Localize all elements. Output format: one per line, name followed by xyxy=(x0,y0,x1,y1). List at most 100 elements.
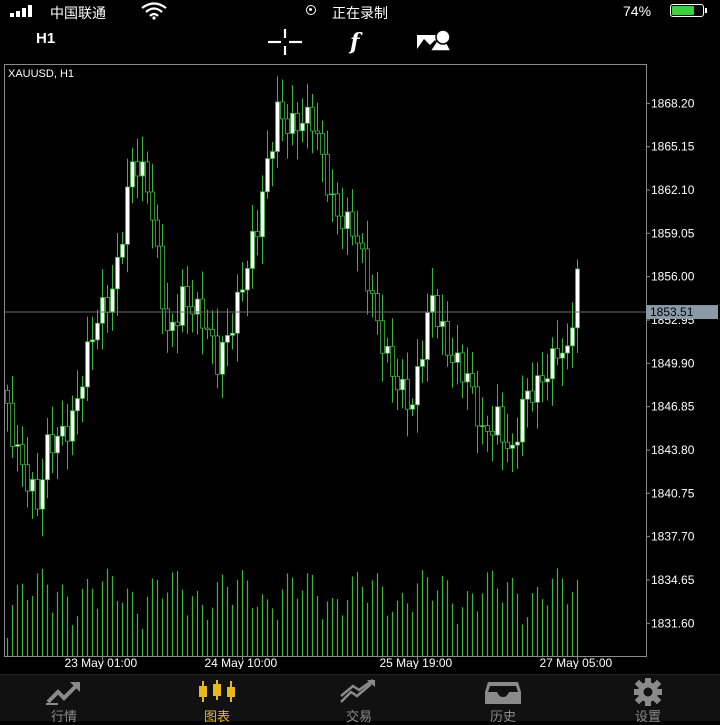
candle-body xyxy=(450,354,455,363)
candle-body xyxy=(45,434,50,481)
candle-body xyxy=(530,390,535,403)
chart-title: XAUUSD, H1 xyxy=(8,68,74,80)
nav-chart-label: 图表 xyxy=(203,709,230,724)
nav-settings[interactable]: 设置 xyxy=(598,675,698,724)
time-tick-label: 23 May 01:00 xyxy=(65,656,138,669)
volume-bars xyxy=(6,568,579,656)
quotes-icon xyxy=(46,682,80,705)
candle-body xyxy=(155,219,160,247)
price-chart[interactable]: 1868.201865.151862.101859.051856.001852.… xyxy=(0,63,720,669)
candle-body xyxy=(465,373,470,383)
candle-body xyxy=(55,435,60,454)
recording-label: 正在录制 xyxy=(332,5,388,21)
price-axis: 1868.201865.151862.101859.051856.001852.… xyxy=(646,96,695,630)
function-icon[interactable]: f xyxy=(346,27,372,57)
candle-body xyxy=(25,464,30,492)
candle-body xyxy=(180,286,185,326)
price-tick-label: 1868.20 xyxy=(651,96,695,110)
candle-body xyxy=(115,256,120,290)
candle-body xyxy=(405,378,410,410)
price-tick-label: 1837.70 xyxy=(651,530,695,544)
carrier-name: 中国联通 xyxy=(50,5,106,21)
objects-icon[interactable] xyxy=(416,27,452,57)
nav-settings-label: 设置 xyxy=(634,709,661,724)
candle-body xyxy=(90,339,95,343)
candle-body xyxy=(270,151,275,159)
candle-body xyxy=(425,312,430,360)
candle-body xyxy=(15,444,20,447)
candle-body xyxy=(390,345,395,377)
candle-body xyxy=(355,235,360,244)
candle-body xyxy=(190,306,195,315)
candle-body xyxy=(260,191,265,238)
candle-body xyxy=(505,441,510,449)
price-tick-label: 1840.75 xyxy=(651,486,695,500)
nav-trade[interactable]: 交易 xyxy=(309,675,409,724)
candle-body xyxy=(520,398,525,443)
price-tick-label: 1865.15 xyxy=(651,140,695,154)
candle-body xyxy=(145,161,150,193)
history-icon xyxy=(485,682,521,704)
time-tick-label: 27 May 05:00 xyxy=(540,656,613,669)
time-tick-label: 24 May 10:00 xyxy=(205,656,278,669)
candle-body xyxy=(360,242,365,250)
candle-body xyxy=(455,352,460,363)
candle-body xyxy=(540,375,545,383)
nav-quotes[interactable]: 行情 xyxy=(14,675,114,724)
candle-body xyxy=(295,113,300,132)
candle-body xyxy=(495,406,500,436)
candle-body xyxy=(30,479,35,492)
battery-percent: 74% xyxy=(623,3,652,19)
candle-body xyxy=(310,106,315,132)
candle-body xyxy=(315,130,320,134)
candle-wicks xyxy=(7,76,578,537)
candle-body xyxy=(240,289,245,293)
candle-body xyxy=(305,106,310,124)
candle-body xyxy=(535,375,540,403)
candle-body xyxy=(365,248,370,292)
candle-body xyxy=(410,404,415,410)
price-tick-label: 1859.05 xyxy=(651,226,695,240)
nav-history[interactable]: 历史 xyxy=(453,675,553,724)
candle-body xyxy=(565,345,570,354)
price-chart-area[interactable]: 1868.20 1865.15 1862.10 1859.05 1856.00 1852.… xyxy=(0,63,720,669)
candle-body xyxy=(250,230,255,269)
candle-body xyxy=(415,366,420,406)
candle-body xyxy=(575,268,580,329)
candle-body xyxy=(80,386,85,399)
candle-body xyxy=(430,295,435,313)
candle-body xyxy=(110,288,115,313)
candle-body xyxy=(330,193,335,196)
candle-body xyxy=(65,425,70,442)
candle-body xyxy=(320,133,325,155)
price-tick-label: 1834.65 xyxy=(651,573,695,587)
candle-body xyxy=(50,434,55,454)
candle-body xyxy=(485,425,490,432)
candle-body xyxy=(245,268,250,291)
timeframe-button[interactable]: H1 xyxy=(36,30,55,47)
candle-body xyxy=(420,359,425,367)
candle-body xyxy=(445,320,450,356)
candle-body xyxy=(480,425,485,427)
candle-body xyxy=(550,348,555,380)
candle-body xyxy=(335,193,340,217)
price-tick-label: 1856.00 xyxy=(651,270,695,284)
candle-body xyxy=(490,430,495,436)
current-price-label: 1853.51 xyxy=(650,305,694,319)
candle-body xyxy=(440,320,445,327)
crosshair-icon[interactable] xyxy=(268,27,302,57)
candle-body xyxy=(160,245,165,310)
nav-quotes-label: 行情 xyxy=(50,709,77,724)
candle-body xyxy=(120,243,125,258)
candle-body xyxy=(510,444,515,449)
nav-chart[interactable]: 图表 xyxy=(167,675,267,724)
candle-body xyxy=(170,321,175,332)
candle-body xyxy=(400,378,405,391)
chart-icon xyxy=(199,680,235,702)
candle-body xyxy=(225,334,230,343)
candle-body xyxy=(500,406,505,443)
wifi-icon xyxy=(141,2,167,20)
candle-body xyxy=(340,215,345,230)
candle-body xyxy=(70,410,75,442)
candle-body xyxy=(60,425,65,437)
